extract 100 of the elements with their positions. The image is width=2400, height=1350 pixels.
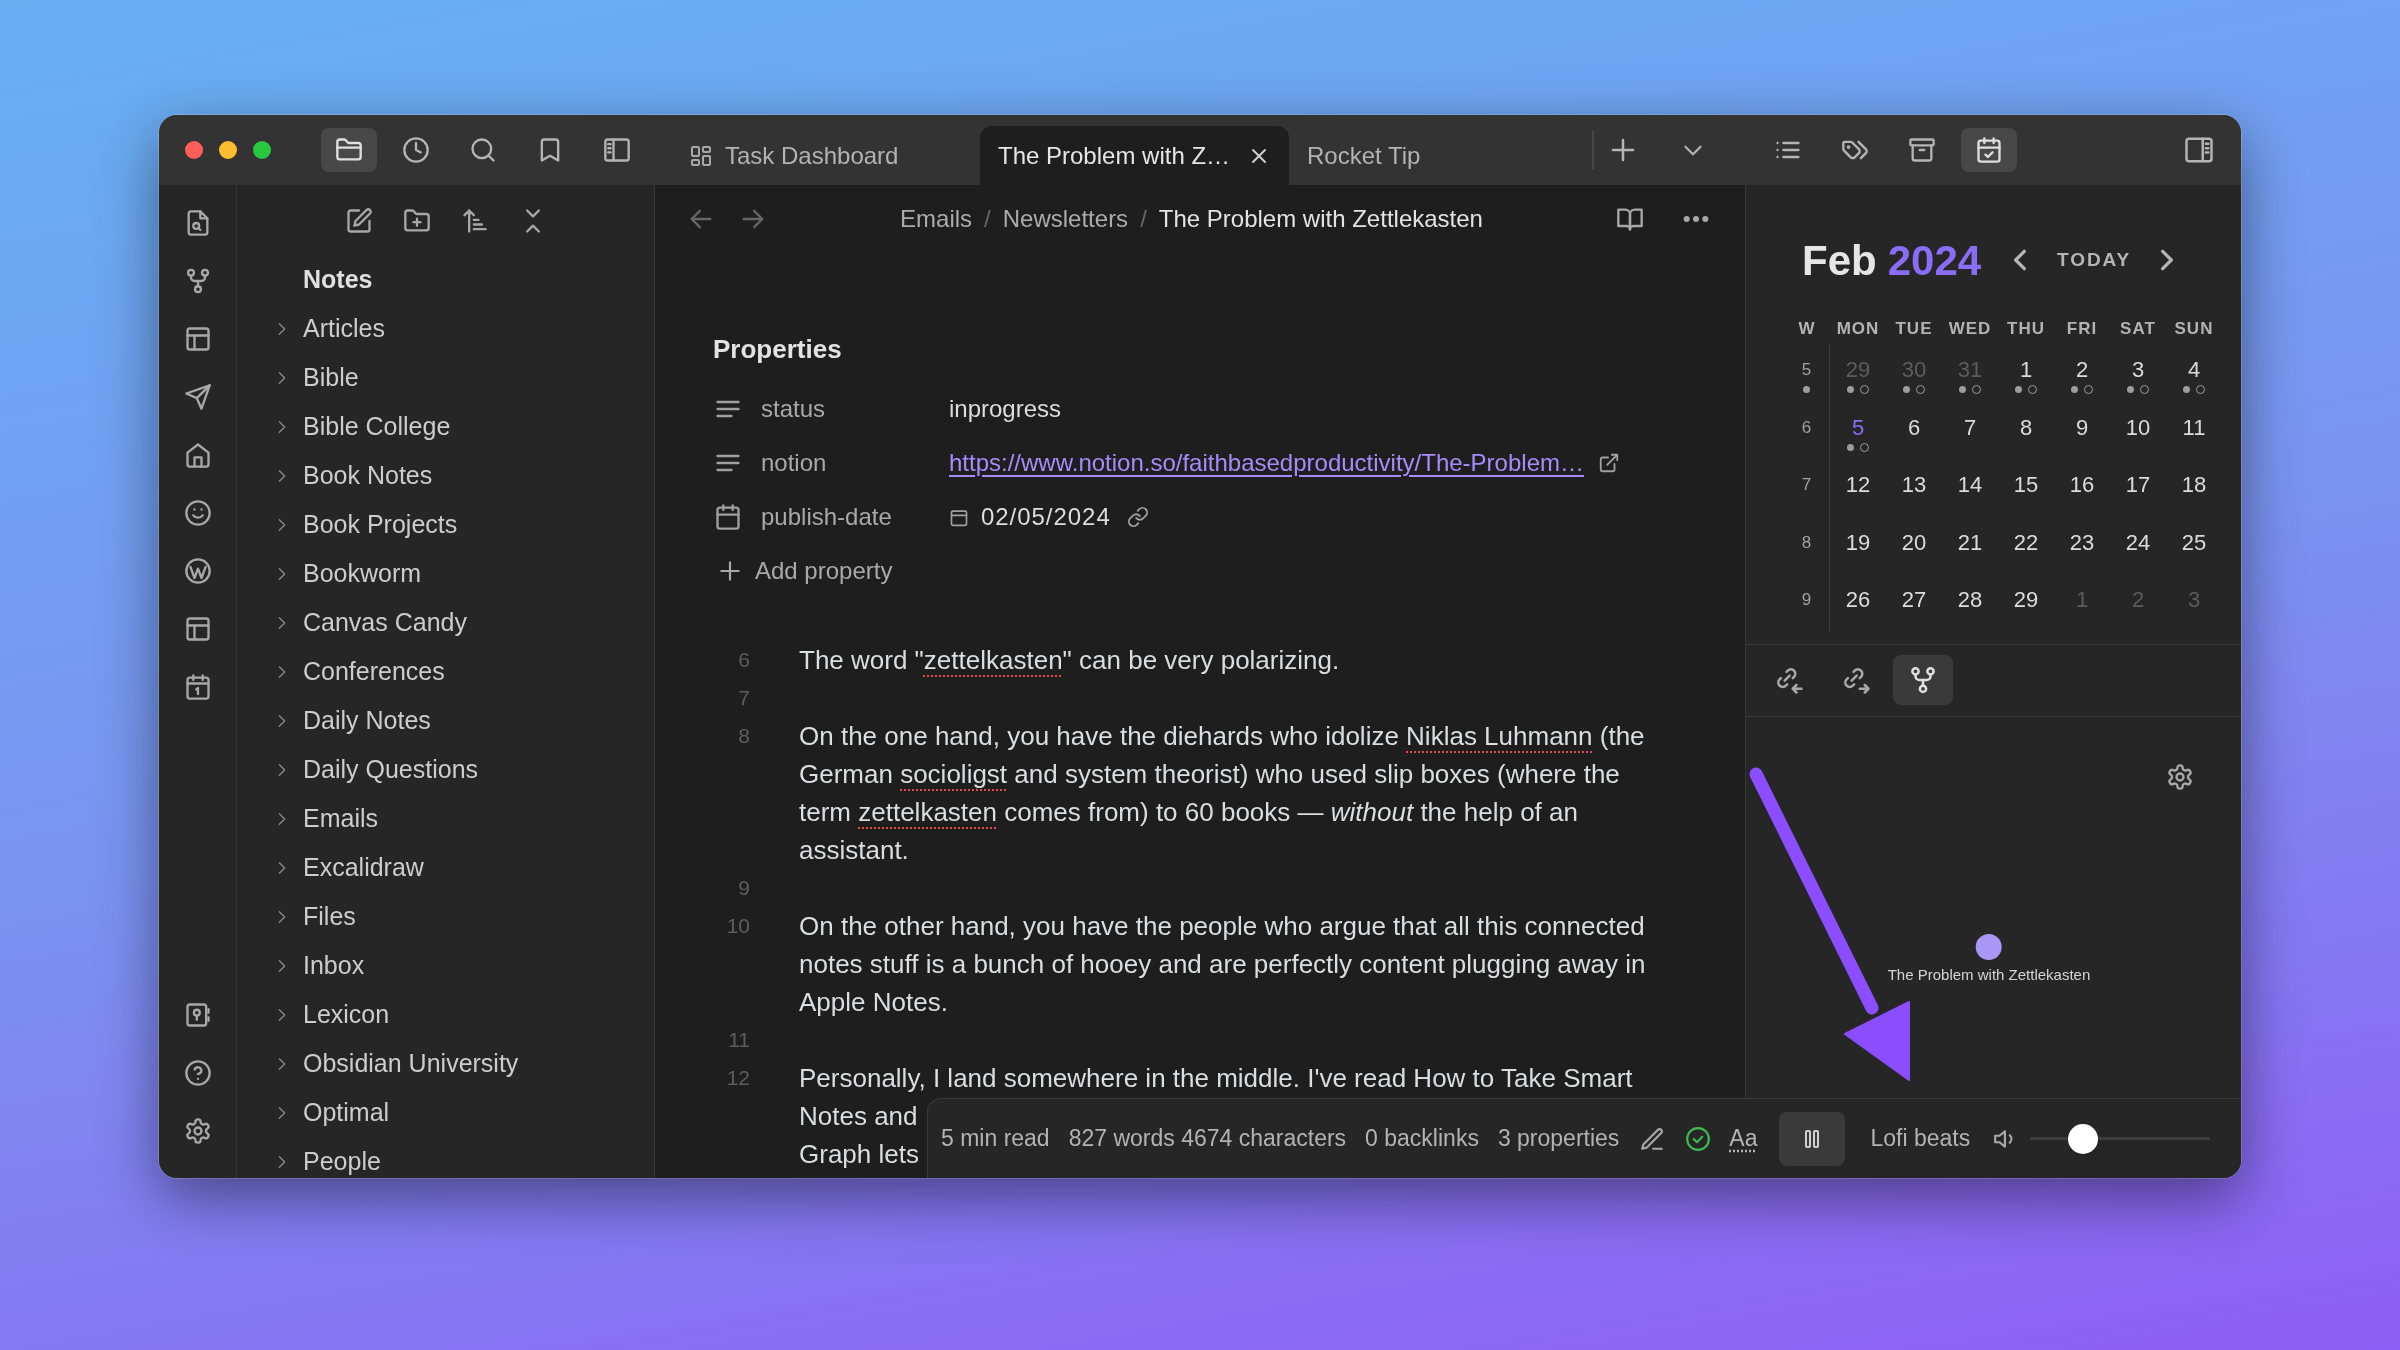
calendar-day[interactable]: 26	[1845, 586, 1871, 624]
paragraph: The word "zettelkasten" can be very polarizing.	[799, 644, 1340, 677]
calendar-day[interactable]: 13	[1901, 471, 1927, 509]
layout-icon[interactable]	[183, 615, 212, 643]
settings-icon[interactable]	[2166, 762, 2194, 791]
folder-item[interactable]: Emails	[274, 804, 378, 834]
folder-plus-icon[interactable]	[402, 207, 431, 235]
calendar-day[interactable]: 29	[2013, 586, 2039, 624]
smiley-icon[interactable]	[183, 499, 212, 527]
calendar-day[interactable]: 19	[1845, 528, 1871, 567]
folder-item[interactable]: Bible College	[274, 412, 451, 442]
calendar-day[interactable]: 24	[2125, 528, 2151, 567]
font-button[interactable]: Aa	[1729, 1121, 1758, 1156]
window-zoom-icon[interactable]	[253, 141, 271, 159]
breadcrumb-link[interactable]: Newsletters	[1002, 201, 1129, 237]
week-number[interactable]: 5	[1801, 356, 1812, 394]
folder-item[interactable]: Bible	[274, 363, 359, 393]
help-icon[interactable]	[183, 1059, 212, 1087]
calendar-day[interactable]: 12	[1845, 471, 1871, 509]
home-icon[interactable]	[183, 441, 212, 469]
calendar-day[interactable]: 20	[1901, 528, 1927, 567]
calendar-day[interactable]: 16	[2069, 471, 2095, 509]
calendar-day[interactable]: 1	[2015, 356, 2037, 394]
folder-item[interactable]: Files	[274, 902, 356, 932]
week-number[interactable]: 7	[1801, 471, 1812, 509]
folder-item[interactable]: Articles	[274, 314, 385, 344]
calendar-day[interactable]: 17	[2125, 471, 2151, 509]
folder-item[interactable]: Daily Notes	[274, 706, 431, 736]
vault-icon[interactable]	[183, 1001, 212, 1029]
property-link[interactable]: https://www.notion.so/faithbasedproductivity/The-Problem…	[949, 445, 1584, 481]
breadcrumb-link[interactable]: Emails	[900, 201, 973, 237]
folder-item[interactable]: Lexicon	[274, 1000, 390, 1030]
folder-item[interactable]: Book Projects	[274, 510, 458, 540]
calendar-icon[interactable]	[183, 673, 212, 701]
window-close-icon[interactable]	[185, 141, 203, 159]
calendar-day[interactable]: 18	[2181, 471, 2207, 509]
calendar-day[interactable]: 25	[2181, 528, 2207, 567]
sidebar-tab[interactable]	[1961, 128, 2017, 172]
today-button[interactable]: TODAY	[2057, 245, 2132, 275]
folder-item[interactable]: Bookworm	[274, 559, 422, 589]
calendar-day[interactable]: 11	[2182, 413, 2206, 452]
calendar-day[interactable]: 9	[2075, 413, 2089, 452]
calendar-day[interactable]: 21	[1957, 528, 1983, 567]
calendar-day[interactable]: 15	[2013, 471, 2039, 509]
folder-item[interactable]: Inbox	[274, 951, 365, 981]
sort-icon[interactable]	[460, 207, 489, 235]
property-name[interactable]: publish-date	[761, 499, 892, 535]
week-number[interactable]: 6	[1801, 413, 1812, 452]
send-icon[interactable]	[183, 383, 212, 411]
folder-item[interactable]: Optimal	[274, 1098, 390, 1128]
calendar-day[interactable]: 3	[2127, 356, 2149, 394]
folder-item[interactable]: Excalidraw	[274, 853, 424, 883]
graph-node[interactable]	[1976, 933, 2002, 960]
add-property-button[interactable]: Add property	[717, 551, 893, 591]
calendar-day[interactable]: 10	[2125, 413, 2151, 452]
calendar-day[interactable]: 27	[1901, 586, 1927, 624]
sidebar-toggle-icon[interactable]	[2184, 135, 2214, 165]
calendar-day[interactable]: 23	[2069, 528, 2095, 567]
property-name[interactable]: notion	[761, 445, 827, 481]
folder-item[interactable]: Conferences	[274, 657, 445, 687]
calendar-day[interactable]: 2	[2071, 356, 2093, 394]
calendar-day[interactable]: 4	[2183, 356, 2205, 394]
vault-root-item[interactable]: Notes	[303, 265, 373, 295]
calendar-day[interactable]: 8	[2019, 413, 2033, 452]
slider-thumb[interactable]	[2067, 1123, 2098, 1154]
external-link-icon[interactable]	[1597, 452, 1620, 474]
calendar-day[interactable]: 5	[1847, 413, 1869, 452]
panel-tab[interactable]	[1893, 655, 1953, 705]
weekday-header: SUN	[2174, 318, 2214, 341]
folder-item[interactable]: Book Notes	[274, 461, 433, 491]
week-number[interactable]: 8	[1801, 528, 1812, 567]
calendar-day[interactable]: 6	[1907, 413, 1921, 452]
line-number: 10	[726, 913, 750, 939]
check-circle-icon[interactable]	[1685, 1125, 1712, 1152]
settings-icon[interactable]	[183, 1117, 212, 1145]
new-note-icon[interactable]	[344, 207, 373, 235]
layout-icon[interactable]	[183, 325, 212, 353]
w-logo-icon[interactable]	[183, 557, 212, 585]
folder-item[interactable]: People	[274, 1147, 381, 1177]
calendar-day[interactable]: 7	[1963, 413, 1977, 452]
week-number[interactable]: 9	[1801, 586, 1812, 624]
property-name[interactable]: status	[761, 391, 826, 427]
folder-item[interactable]: Obsidian University	[274, 1049, 519, 1079]
property-value[interactable]: inprogress	[949, 391, 1062, 427]
breadcrumb-link[interactable]: The Problem with Zettlekasten	[1158, 201, 1483, 237]
pencil-icon[interactable]	[1639, 1125, 1666, 1152]
calendar-day[interactable]: 14	[1957, 471, 1983, 509]
pause-button[interactable]	[1778, 1111, 1845, 1166]
window-minimize-icon[interactable]	[219, 141, 237, 159]
volume-slider[interactable]	[2030, 1123, 2211, 1154]
sidebar-tab[interactable]	[321, 128, 377, 172]
tab[interactable]: Task Dashboard	[671, 126, 980, 185]
folder-item[interactable]: Daily Questions	[274, 755, 479, 785]
calendar-day[interactable]: 28	[1957, 586, 1983, 624]
date-value[interactable]: 02/05/2024	[981, 499, 1111, 535]
folder-item[interactable]: Canvas Candy	[274, 608, 467, 638]
link-icon[interactable]	[1126, 506, 1149, 528]
tab[interactable]: The Problem with Z…	[980, 126, 1289, 185]
calendar-day[interactable]: 22	[2013, 528, 2039, 567]
tab[interactable]: Rocket Tip	[1289, 126, 1598, 185]
